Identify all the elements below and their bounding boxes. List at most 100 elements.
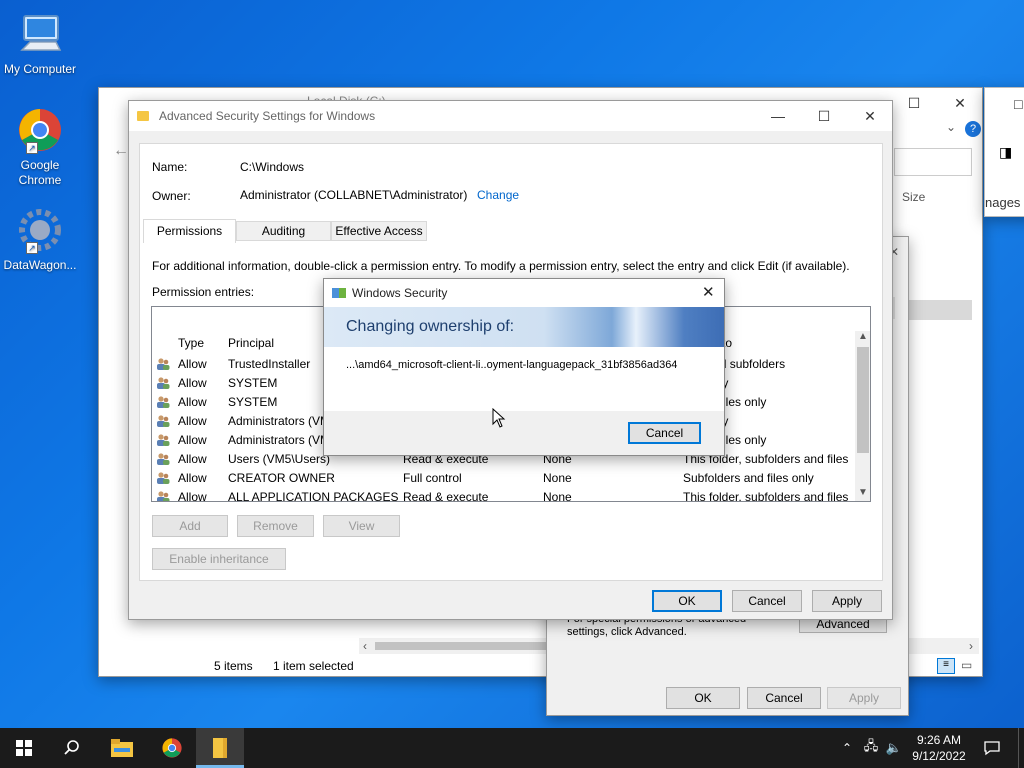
chevron-down-icon[interactable]: ⌄ [946, 120, 956, 134]
column-header-size[interactable]: Size [902, 190, 925, 204]
security-titlebar: Windows Security ✕ [324, 279, 724, 307]
user-group-icon [157, 415, 170, 427]
close-icon[interactable]: ☐ [1013, 98, 1024, 112]
row-type: Allow [178, 452, 207, 466]
minimize-icon[interactable]: — [755, 101, 801, 131]
row-access: Full control [403, 471, 462, 485]
ok-button[interactable]: OK [652, 590, 722, 612]
remove-button[interactable]: Remove [237, 515, 314, 537]
status-item-count: 5 items [214, 659, 253, 673]
maximize-icon[interactable]: ☐ [801, 101, 847, 131]
datawagon-gear-icon: ↗ [16, 206, 64, 254]
folder-icon [137, 111, 149, 121]
change-owner-link[interactable]: Change [477, 188, 519, 202]
windows-security-dialog[interactable]: Windows Security ✕ Changing ownership of… [323, 278, 725, 456]
close-icon[interactable]: ✕ [702, 283, 715, 301]
row-type: Allow [178, 357, 207, 371]
show-desktop-button[interactable] [1018, 728, 1024, 768]
security-cancel-button[interactable]: Cancel [628, 422, 701, 444]
desktop-icon-google-chrome[interactable]: ↗ Google Chrome [0, 106, 80, 188]
computer-icon [16, 10, 64, 58]
enable-inheritance-button[interactable]: Enable inheritance [152, 548, 286, 570]
permission-entries-label: Permission entries: [152, 285, 255, 299]
status-selected-count: 1 item selected [273, 659, 354, 673]
scroll-up-icon[interactable]: ▲ [858, 331, 868, 342]
scrollbar-thumb[interactable] [857, 347, 869, 453]
security-title: Windows Security [352, 286, 448, 300]
taskbar: ⌃ 🖧 🔈 9:26 AM 9/12/2022 [0, 728, 1024, 768]
folder-icon [213, 738, 227, 758]
network-icon[interactable]: 🖧 [860, 728, 882, 768]
permissions-info: For additional information, double-click… [152, 259, 850, 273]
desktop-icon-my-computer[interactable]: My Computer [0, 10, 80, 76]
vertical-scrollbar[interactable]: ▲ ▼ [855, 331, 870, 501]
chrome-icon: ↗ [16, 106, 64, 154]
scroll-right-icon[interactable]: › [969, 639, 973, 653]
security-banner: Changing ownership of: [324, 307, 724, 347]
advanced-titlebar: Advanced Security Settings for Windows —… [129, 101, 892, 131]
owner-label: Owner: [152, 189, 191, 203]
user-group-icon [157, 358, 170, 370]
background-window: ☐ ◨ nages [984, 87, 1024, 217]
permission-row[interactable]: Allow CREATOR OWNER Full control None Subfol… [152, 469, 854, 488]
add-button[interactable]: Add [152, 515, 228, 537]
clock[interactable]: 9:26 AM 9/12/2022 [906, 728, 972, 768]
taskbar-folder-active[interactable] [196, 728, 244, 768]
clock-time: 9:26 AM [916, 733, 962, 747]
row-type: Allow [178, 395, 207, 409]
user-group-icon [157, 453, 170, 465]
scroll-down-icon[interactable]: ▼ [858, 487, 868, 498]
shortcut-arrow-icon: ↗ [26, 242, 38, 254]
cancel-button[interactable]: Cancel [747, 687, 821, 709]
show-hidden-icons[interactable]: ⌃ [838, 728, 856, 768]
apply-button[interactable]: Apply [827, 687, 901, 709]
permission-row[interactable]: Allow ALL APPLICATION PACKAGES Read & exec… [152, 488, 854, 502]
row-principal: SYSTEM [228, 376, 278, 390]
row-applies-to: This folder, subfolders and files [683, 490, 849, 502]
tab-permissions[interactable]: Permissions [143, 219, 236, 243]
close-icon[interactable]: ✕ [847, 101, 893, 131]
user-group-icon [157, 434, 170, 446]
details-view-icon[interactable]: ≡ [937, 658, 955, 674]
close-icon[interactable]: ✕ [937, 88, 983, 118]
taskbar-file-explorer[interactable] [98, 728, 146, 768]
row-principal: TrustedInstaller [228, 357, 311, 371]
row-principal: ALL APPLICATION PACKAGES [228, 490, 399, 502]
search-button[interactable] [48, 728, 96, 768]
search-icon [64, 740, 79, 755]
scrollbar-thumb[interactable] [375, 642, 565, 650]
back-arrow-icon[interactable]: ← [113, 142, 129, 160]
desktop-icon-datawagon[interactable]: ↗ DataWagon... [0, 206, 80, 272]
help-icon[interactable]: ? [965, 121, 981, 137]
shortcut-arrow-icon: ↗ [26, 142, 38, 154]
row-inherited-from: None [543, 490, 572, 502]
tab-effective-access[interactable]: Effective Access [331, 221, 427, 241]
search-box[interactable] [894, 148, 972, 176]
clock-date: 9/12/2022 [912, 749, 966, 763]
column-header-type[interactable]: Type [178, 336, 204, 350]
notifications-button[interactable] [978, 728, 1006, 768]
user-group-icon [157, 377, 170, 389]
user-group-icon [157, 491, 170, 501]
ownership-path: ...\amd64_microsoft-client-li..oyment-la… [346, 359, 678, 371]
column-header-principal[interactable]: Principal [228, 336, 274, 350]
row-type: Allow [178, 433, 207, 447]
large-icons-view-icon[interactable]: ▭ [961, 658, 972, 672]
panel-icon[interactable]: ◨ [999, 144, 1012, 161]
chrome-icon [162, 738, 182, 758]
volume-icon[interactable]: 🔈 [884, 728, 904, 768]
scroll-left-icon[interactable]: ‹ [363, 639, 367, 653]
view-button[interactable]: View [323, 515, 400, 537]
apply-button[interactable]: Apply [812, 590, 882, 612]
start-button[interactable] [0, 728, 48, 768]
cancel-button[interactable]: Cancel [732, 590, 802, 612]
taskbar-chrome[interactable] [148, 728, 196, 768]
row-type: Allow [178, 471, 207, 485]
row-type: Allow [178, 376, 207, 390]
row-principal: Administrators (VM [228, 414, 331, 428]
row-principal: SYSTEM [228, 395, 278, 409]
maximize-icon[interactable]: ☐ [891, 88, 937, 118]
ok-button[interactable]: OK [666, 687, 740, 709]
tab-auditing[interactable]: Auditing [236, 221, 331, 241]
desktop-icon-label: My Computer [3, 62, 77, 76]
